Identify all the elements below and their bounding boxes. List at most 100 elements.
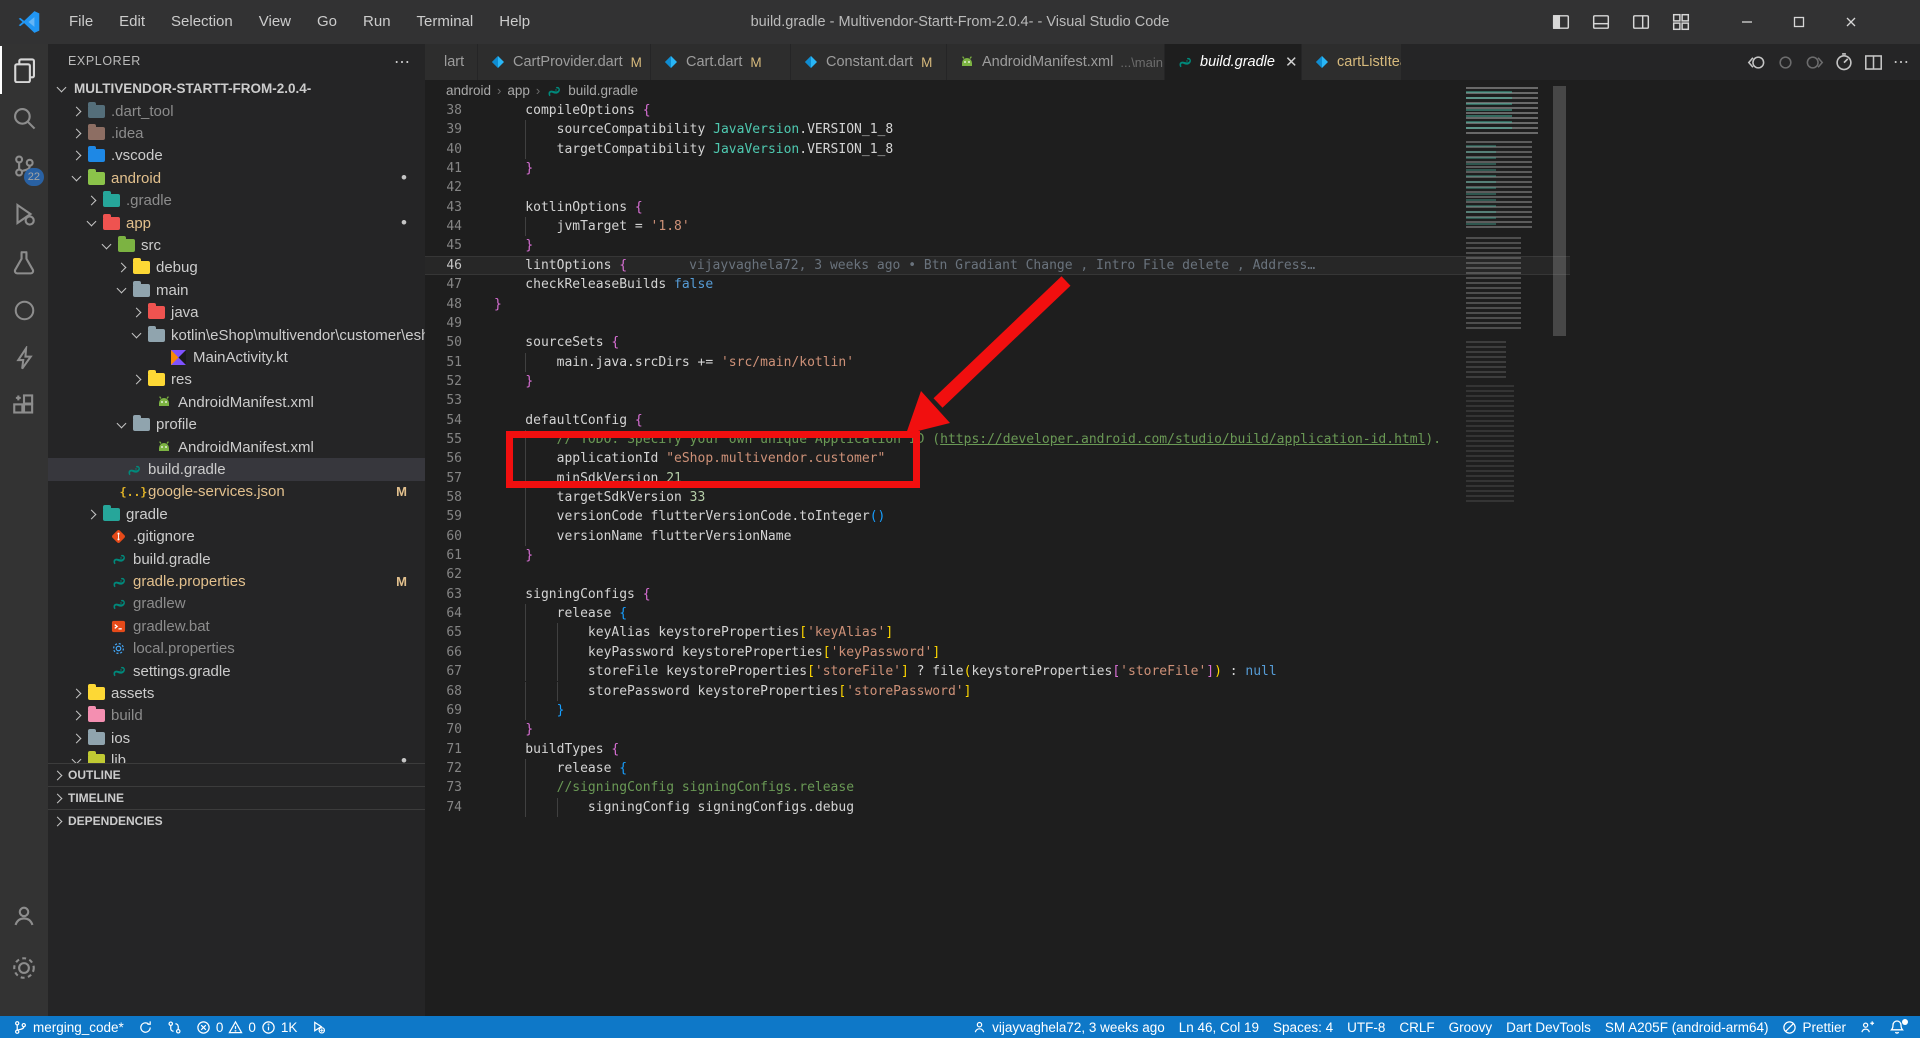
breadcrumb-build.gradle[interactable]: build.gradle xyxy=(568,83,638,98)
code-line-62[interactable]: 62 xyxy=(425,565,1570,584)
panel-left-icon[interactable] xyxy=(1544,5,1578,39)
code-line-67[interactable]: 67 storeFile keystoreProperties['storeFi… xyxy=(425,662,1570,681)
status-problems[interactable]: 001K xyxy=(189,1016,305,1038)
code-line-60[interactable]: 60 versionName flutterVersionName xyxy=(425,527,1570,546)
sidebar-item-mainactivity.kt[interactable]: MainActivity.kt xyxy=(48,346,425,368)
activity-testing[interactable] xyxy=(0,238,48,286)
tab-constant.dart[interactable]: Constant.dartM xyxy=(791,44,947,80)
status-indentation[interactable]: Spaces: 4 xyxy=(1266,1016,1340,1038)
status-cursor-position[interactable]: Ln 46, Col 19 xyxy=(1172,1016,1266,1038)
activity-tool-circle[interactable] xyxy=(0,286,48,334)
code-line-54[interactable]: 54 defaultConfig { xyxy=(425,411,1570,430)
menu-edit[interactable]: Edit xyxy=(106,0,158,44)
sidebar-item-kotlin-eshop-multivendor-customer-eshop-...[interactable]: kotlin\eShop\multivendor\customer\eshop_… xyxy=(48,324,425,346)
close-tab-icon[interactable]: ✕ xyxy=(1285,53,1298,71)
code-line-40[interactable]: 40 targetCompatibility JavaVersion.VERSI… xyxy=(425,140,1570,159)
code-line-73[interactable]: 73 //signingConfig signingConfigs.releas… xyxy=(425,778,1570,797)
status-dart-devtools[interactable]: Dart DevTools xyxy=(1499,1016,1598,1038)
breadcrumb-app[interactable]: app xyxy=(507,83,530,98)
code-line-52[interactable]: 52 } xyxy=(425,372,1570,391)
sidebar-item-androidmanifest.xml[interactable]: AndroidManifest.xml xyxy=(48,436,425,458)
sidebar-item-java[interactable]: java xyxy=(48,302,425,324)
code-line-53[interactable]: 53 xyxy=(425,391,1570,410)
sidebar-item-google-services.json[interactable]: {..}google-services.jsonM xyxy=(48,481,425,503)
code-line-45[interactable]: 45 } xyxy=(425,236,1570,255)
status-notifications[interactable] xyxy=(1882,1016,1912,1038)
menu-go[interactable]: Go xyxy=(304,0,350,44)
sidebar-item-gradle.properties[interactable]: gradle.propertiesM xyxy=(48,570,425,592)
sidebar-item-build.gradle[interactable]: build.gradle xyxy=(48,458,425,480)
close-button[interactable] xyxy=(1828,0,1874,44)
status-prettier[interactable]: Prettier xyxy=(1775,1016,1853,1038)
nav-dot-circle-icon[interactable] xyxy=(1776,53,1795,72)
panel-bottom-icon[interactable] xyxy=(1584,5,1618,39)
maximize-button[interactable] xyxy=(1776,0,1822,44)
code-line-65[interactable]: 65 keyAlias keystoreProperties['keyAlias… xyxy=(425,623,1570,642)
more-actions-icon[interactable]: ⋯ xyxy=(1893,52,1910,72)
sidebar-item-build.gradle[interactable]: build.gradle xyxy=(48,548,425,570)
menu-run[interactable]: Run xyxy=(350,0,404,44)
status-feedback[interactable] xyxy=(1853,1016,1882,1038)
tab-lart[interactable]: lart xyxy=(425,44,478,80)
status-eol[interactable]: CRLF xyxy=(1392,1016,1441,1038)
code-line-39[interactable]: 39 sourceCompatibility JavaVersion.VERSI… xyxy=(425,120,1570,139)
code-line-74[interactable]: 74 signingConfig signingConfigs.debug xyxy=(425,798,1570,817)
activity-explorer[interactable] xyxy=(0,46,48,94)
code-line-72[interactable]: 72 release { xyxy=(425,759,1570,778)
sidebar-item-local.properties[interactable]: local.properties xyxy=(48,638,425,660)
sidebar-item-build[interactable]: build xyxy=(48,705,425,727)
status-encoding[interactable]: UTF-8 xyxy=(1340,1016,1392,1038)
code-line-44[interactable]: 44 jvmTarget = '1.8' xyxy=(425,217,1570,236)
sidebar-item-main[interactable]: main xyxy=(48,279,425,301)
code-line-43[interactable]: 43 kotlinOptions { xyxy=(425,198,1570,217)
code-line-58[interactable]: 58 targetSdkVersion 33 xyxy=(425,488,1570,507)
nav-back-circle-icon[interactable] xyxy=(1747,53,1766,72)
status-device[interactable]: SM A205F (android-arm64) xyxy=(1598,1016,1776,1038)
activity-extensions[interactable] xyxy=(0,382,48,430)
sidebar-item-android[interactable]: android• xyxy=(48,167,425,189)
activity-source-control[interactable]: 22 xyxy=(0,142,48,190)
activity-thunder-client[interactable] xyxy=(0,334,48,382)
activity-run-debug[interactable] xyxy=(0,190,48,238)
code-line-64[interactable]: 64 release { xyxy=(425,604,1570,623)
code-line-48[interactable]: 48} xyxy=(425,295,1570,314)
sidebar-item-.idea[interactable]: .idea xyxy=(48,122,425,144)
minimize-button[interactable] xyxy=(1724,0,1770,44)
breadcrumb-android[interactable]: android xyxy=(446,83,491,98)
sidebar-item-gradlew[interactable]: gradlew xyxy=(48,593,425,615)
sidebar-item-settings.gradle[interactable]: settings.gradle xyxy=(48,660,425,682)
split-editor-icon[interactable] xyxy=(1864,53,1883,72)
code-line-46[interactable]: 46 lintOptions {vijayvaghela72, 3 weeks … xyxy=(425,256,1570,275)
sidebar-item-src[interactable]: src xyxy=(48,234,425,256)
status-git-branch[interactable]: merging_code* xyxy=(6,1016,131,1038)
menu-file[interactable]: File xyxy=(56,0,106,44)
code-line-70[interactable]: 70 } xyxy=(425,720,1570,739)
explorer-more-actions-icon[interactable]: ⋯ xyxy=(394,52,411,72)
minimap[interactable] xyxy=(1462,85,1550,785)
activity-search[interactable] xyxy=(0,94,48,142)
sidebar-item-res[interactable]: res xyxy=(48,369,425,391)
activity-accounts[interactable] xyxy=(0,892,48,940)
tab-cartprovider.dart[interactable]: CartProvider.dartM xyxy=(478,44,651,80)
sidebar-item-gradle[interactable]: gradle xyxy=(48,503,425,525)
code-line-38[interactable]: 38 compileOptions { xyxy=(425,101,1570,120)
sidebar-section-timeline[interactable]: TIMELINE xyxy=(48,786,425,809)
code-line-47[interactable]: 47 checkReleaseBuilds false xyxy=(425,275,1570,294)
sidebar-item-profile[interactable]: profile xyxy=(48,414,425,436)
layout-grid-icon[interactable] xyxy=(1664,5,1698,39)
sidebar-item-androidmanifest.xml[interactable]: AndroidManifest.xml xyxy=(48,391,425,413)
code-line-68[interactable]: 68 storePassword keystoreProperties['sto… xyxy=(425,682,1570,701)
panel-right-icon[interactable] xyxy=(1624,5,1658,39)
menu-help[interactable]: Help xyxy=(486,0,543,44)
tab-androidmanifest.xml[interactable]: AndroidManifest.xml...\main xyxy=(947,44,1165,80)
code-line-61[interactable]: 61 } xyxy=(425,546,1570,565)
status-sync[interactable] xyxy=(131,1016,160,1038)
sidebar-item-debug[interactable]: debug xyxy=(48,257,425,279)
tab-cart.dart[interactable]: Cart.dartM xyxy=(651,44,791,80)
status-compare-changes[interactable] xyxy=(160,1016,189,1038)
sidebar-section-outline[interactable]: OUTLINE xyxy=(48,763,425,786)
sidebar-item-app[interactable]: app• xyxy=(48,212,425,234)
code-line-49[interactable]: 49 xyxy=(425,314,1570,333)
status-debug-launch[interactable] xyxy=(304,1016,333,1038)
menu-view[interactable]: View xyxy=(246,0,304,44)
